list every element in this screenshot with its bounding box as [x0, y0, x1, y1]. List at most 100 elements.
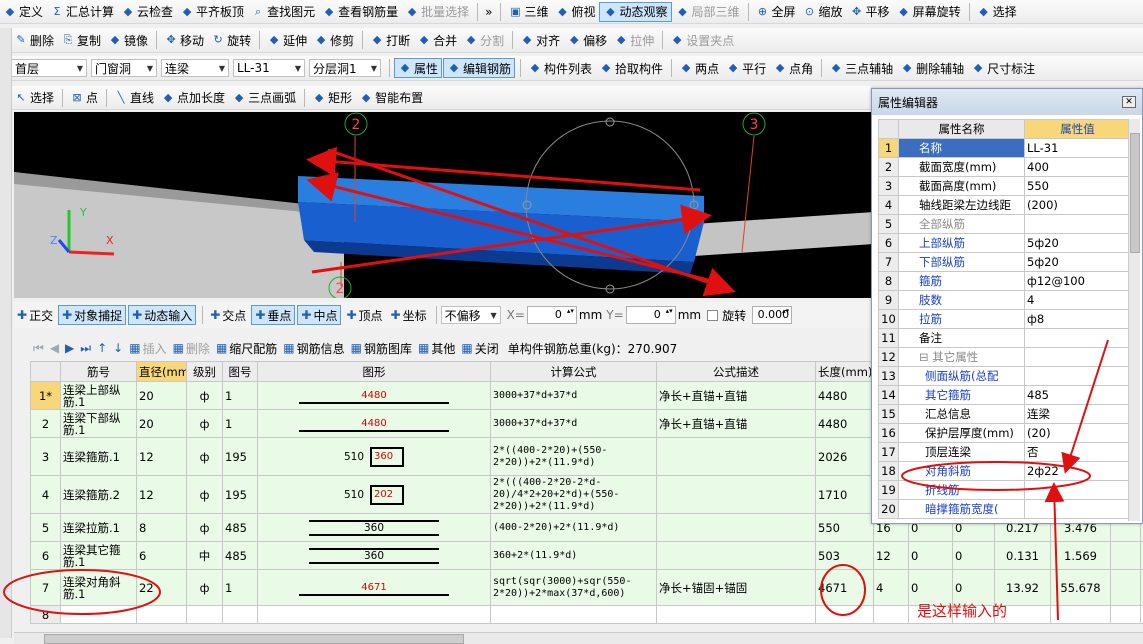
more-button[interactable]: »: [482, 2, 495, 22]
property-value[interactable]: LL-31: [1024, 138, 1131, 158]
grid-header[interactable]: 筋号: [60, 361, 137, 382]
property-value[interactable]: [1024, 366, 1131, 386]
rebar-lib-button[interactable]: ▦ 钢筋图库: [348, 340, 415, 357]
scale-button[interactable]: ▦ 缩尺配筋: [213, 340, 280, 357]
insert-button[interactable]: ▦ 插入: [126, 340, 169, 357]
find-button[interactable]: ⌕ 查找图元: [248, 2, 318, 22]
grade-cell[interactable]: ф: [186, 381, 223, 410]
dimension-button[interactable]: ◆ 尺寸标注: [968, 58, 1038, 78]
property-value[interactable]: 连梁: [1024, 404, 1131, 424]
property-value[interactable]: [1024, 214, 1131, 234]
property-value[interactable]: 2ф22: [1024, 461, 1131, 481]
property-row[interactable]: 10 拉筋 ф8: [878, 309, 1131, 329]
property-row[interactable]: 2 截面宽度(mm) 400: [878, 157, 1131, 177]
next-record-icon[interactable]: ▶: [62, 341, 77, 355]
delete-button[interactable]: ✎ 删除: [11, 30, 57, 50]
count-cell[interactable]: [873, 605, 909, 624]
shape-cell[interactable]: 4480: [257, 409, 491, 438]
rebar-name-cell[interactable]: 连梁拉筋.1: [60, 513, 137, 542]
description-cell[interactable]: 净长+直锚+直锚: [656, 409, 816, 438]
batch-select-button[interactable]: ◆ 批量选择: [402, 2, 472, 22]
rebar-name-cell[interactable]: [60, 605, 137, 624]
row-number[interactable]: 4: [30, 475, 61, 514]
property-row[interactable]: 6 上部纵筋 5ф20: [878, 233, 1131, 253]
property-value[interactable]: [1024, 499, 1131, 519]
row-number[interactable]: 1*: [30, 381, 61, 410]
length-cell[interactable]: 4480: [815, 381, 874, 410]
extra-cell[interactable]: 1.569: [1050, 541, 1111, 570]
property-row[interactable]: 17 顶层连梁否: [878, 442, 1131, 462]
property-row[interactable]: 9 肢数 4: [878, 290, 1131, 310]
vertex-toggle[interactable]: ✚ 顶点: [343, 305, 385, 325]
move-button[interactable]: ✥ 移动: [161, 30, 207, 50]
diameter-cell[interactable]: 12: [136, 475, 187, 514]
description-cell[interactable]: [656, 475, 816, 514]
type-select[interactable]: 连梁 ▼: [161, 59, 229, 77]
length-cell[interactable]: 4480: [815, 409, 874, 438]
figure-number-cell[interactable]: 485: [222, 513, 258, 542]
formula-cell[interactable]: sqrt(sqr(3000)+sqr(550-2*20))+2*max(37*d…: [490, 569, 657, 606]
diameter-cell[interactable]: 6: [136, 541, 187, 570]
figure-number-cell[interactable]: 1: [222, 569, 258, 606]
edit-rebar-button[interactable]: ◆ 编辑钢筋: [443, 58, 516, 78]
rect-button[interactable]: ◆ 矩形: [309, 88, 355, 108]
property-value[interactable]: (200): [1024, 195, 1131, 215]
select-button[interactable]: ◆ 选择: [974, 2, 1020, 22]
rebar-name-cell[interactable]: 连梁下部纵筋.1: [60, 409, 137, 438]
grade-cell[interactable]: ф: [186, 437, 223, 476]
grid-header[interactable]: 计算公式: [490, 361, 657, 382]
zoom-button[interactable]: ⊙ 缩放: [800, 2, 846, 22]
formula-cell[interactable]: 3000+37*d+37*d: [490, 409, 657, 438]
extra-cell[interactable]: 0: [908, 541, 953, 570]
property-value[interactable]: 550: [1024, 176, 1131, 196]
merge-button[interactable]: ◆ 合并: [414, 30, 460, 50]
length-cell[interactable]: 4671: [815, 569, 874, 606]
grade-cell[interactable]: ф: [186, 569, 223, 606]
mid-toggle[interactable]: ✚ 中点: [297, 305, 342, 325]
property-value[interactable]: [1024, 328, 1131, 348]
orbit-handle[interactable]: [605, 117, 615, 127]
two-point-button[interactable]: ◆ 两点: [676, 58, 722, 78]
grip-button[interactable]: ◆ 设置夹点: [667, 30, 737, 50]
shape-cell[interactable]: 510 360: [257, 437, 491, 476]
close-button[interactable]: ▦ 关闭: [458, 340, 501, 357]
diameter-cell[interactable]: 20: [136, 381, 187, 410]
horizontal-scrollbar[interactable]: [14, 632, 1143, 644]
grade-cell[interactable]: 中: [186, 541, 223, 570]
parallel-button[interactable]: ◆ 平行: [723, 58, 769, 78]
description-cell[interactable]: 净长+锚固+锚固: [656, 569, 816, 606]
grid-header[interactable]: 公式描述: [656, 361, 816, 382]
cloud-check-button[interactable]: ◆ 云检查: [118, 2, 176, 22]
diameter-cell[interactable]: 8: [136, 513, 187, 542]
ortho-toggle[interactable]: ✚ 正交: [14, 305, 56, 325]
property-value[interactable]: ф12@100: [1024, 271, 1131, 291]
formula-cell[interactable]: 3000+37*d+37*d: [490, 381, 657, 410]
shape-cell[interactable]: [257, 605, 491, 624]
row-number[interactable]: 2: [30, 409, 61, 438]
first-record-icon[interactable]: ⏮: [30, 341, 47, 356]
rotate-checkbox[interactable]: [707, 309, 719, 321]
extra-cell[interactable]: 55.678: [1050, 569, 1111, 606]
id-select[interactable]: LL-31 ▼: [233, 59, 305, 77]
rebar-name-cell[interactable]: 连梁箍筋.1: [60, 437, 137, 476]
property-value[interactable]: ф8: [1024, 309, 1131, 329]
property-row[interactable]: 18 对角斜筋 2ф22: [878, 461, 1131, 481]
row-number[interactable]: 3: [30, 437, 61, 476]
layer-select[interactable]: 分层洞1 ▼: [309, 59, 381, 77]
description-cell[interactable]: [656, 605, 816, 624]
move-up-icon[interactable]: ↑: [94, 341, 110, 355]
property-row[interactable]: 11 备注: [878, 328, 1131, 348]
shape-cell[interactable]: 4671: [257, 569, 491, 606]
rotate-button[interactable]: ↻ 旋转: [208, 30, 254, 50]
local-3d-button[interactable]: ◆ 局部三维: [673, 2, 743, 22]
grid-header[interactable]: 图形: [257, 361, 491, 382]
delete-row-button[interactable]: ▦ 删除: [170, 340, 213, 357]
rebar-name-cell[interactable]: 连梁箍筋.2: [60, 475, 137, 514]
figure-number-cell[interactable]: 485: [222, 541, 258, 570]
property-row[interactable]: 1 名称 LL-31: [878, 138, 1131, 158]
rotate-screen-button[interactable]: ◆ 屏幕旋转: [894, 2, 964, 22]
copy-button[interactable]: ⎘ 复制: [58, 30, 104, 50]
property-row[interactable]: 13 侧面纵筋(总配: [878, 366, 1131, 386]
pick-button[interactable]: ◆ 拾取构件: [596, 58, 666, 78]
property-row[interactable]: 15 汇总信息 连梁: [878, 404, 1131, 424]
